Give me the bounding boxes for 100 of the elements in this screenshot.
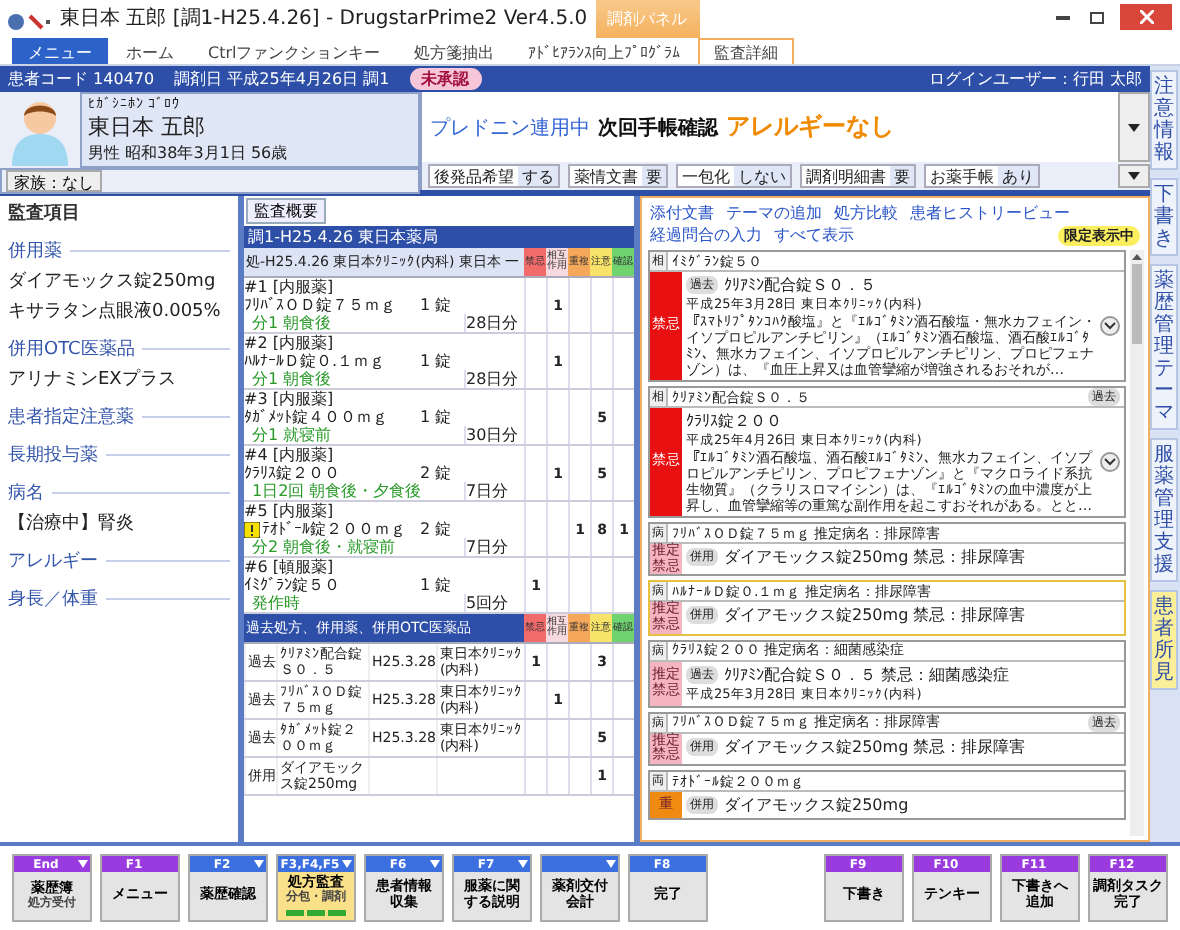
drug-usage: 分1 朝食後: [250, 314, 334, 332]
status-badge: 未承認: [409, 68, 482, 90]
patient-code: 患者コード 140470: [8, 68, 155, 90]
side-tab[interactable]: 下書き: [1150, 178, 1178, 256]
setting-field[interactable]: 調剤明細書 要: [800, 164, 916, 188]
scrollbar[interactable]: [1130, 250, 1144, 836]
alert-text: 次回手帳確認: [598, 115, 718, 141]
section-title: 患者指定注意薬: [8, 405, 134, 430]
list-item: ダイアモックス錠250mg: [8, 269, 218, 294]
family-field[interactable]: 家族：なし: [0, 168, 420, 194]
section-title: 病名: [8, 481, 44, 506]
panel-link[interactable]: 処方比較: [834, 202, 898, 224]
close-icon: [1139, 10, 1153, 24]
drug-quantity: 2 錠: [420, 520, 454, 538]
drug-quantity: 1 錠: [420, 576, 454, 594]
drug-usage: 分2 朝食後・就寝前: [250, 538, 398, 556]
login-user: ログインユーザー：行田 太郎: [928, 68, 1142, 90]
drug-group: #3 [内服薬]: [244, 390, 420, 408]
card-drug: ｸﾘｱﾐﾝ配合錠Ｓ０．５ 禁忌：細菌感染症: [724, 663, 1010, 686]
slip-header: 調1-H25.4.26 東日本薬局: [244, 226, 634, 248]
drug-name: ﾀｶﾞﾒｯﾄ錠４００ｍｇ: [244, 408, 390, 426]
ribbon-tab[interactable]: 監査詳細: [698, 38, 795, 64]
drug-days: 5回分: [464, 594, 524, 612]
side-tab[interactable]: 薬歴管理テーマ: [1150, 264, 1178, 430]
side-tab[interactable]: 患者所見: [1150, 590, 1178, 690]
drug-days: 30日分: [464, 426, 524, 444]
dropdown-button[interactable]: [1118, 164, 1150, 188]
drug-days: 7日分: [464, 482, 524, 500]
ribbon-tab[interactable]: Ctrlファンクションキー: [192, 38, 397, 64]
expand-button[interactable]: [1100, 452, 1120, 472]
drug-group: #4 [内服薬]: [244, 446, 420, 464]
drug-name: ﾊﾙﾅｰﾙＤ錠０.１ｍｇ: [244, 352, 388, 370]
ribbon-tab[interactable]: メニュー: [12, 38, 108, 64]
section-title: 長期投与薬: [8, 443, 98, 468]
dropdown-icon: [1128, 123, 1140, 131]
alert-text: プレドニン連用中: [430, 115, 590, 141]
family-button[interactable]: 家族：なし: [6, 170, 102, 192]
drug-quantity: 1 錠: [420, 296, 454, 314]
setting-field[interactable]: 一包化 しない: [676, 164, 792, 188]
panel-tab[interactable]: 監査概要: [246, 198, 326, 224]
ribbon-tab[interactable]: ホーム: [110, 38, 190, 64]
panel-link[interactable]: テーマの追加: [726, 202, 822, 224]
panel-link[interactable]: 添付文書: [650, 202, 714, 224]
progress-drawing: [286, 910, 346, 916]
drug-name: ﾃｵﾄﾞｰﾙ錠２００ｍｇ: [244, 520, 420, 538]
drug-usage: 1日2回 朝食後・夕食後: [250, 482, 424, 500]
side-tab[interactable]: 服薬管理支援: [1150, 438, 1178, 582]
drug-quantity: 1 錠: [420, 352, 454, 370]
context-tab-group: 調剤パネル: [595, 0, 700, 38]
drug-group: #2 [内服薬]: [244, 334, 420, 352]
alert-text: アレルギーなし: [726, 110, 894, 144]
drug-usage: 分1 就寝前: [250, 426, 334, 444]
list-item: キサラタン点眼液0.005%: [8, 299, 223, 324]
card-drug: ｸﾗﾘｽ錠２００: [686, 410, 782, 432]
panel-link[interactable]: 患者ヒストリービュー: [910, 202, 1070, 224]
drug-quantity: 1 錠: [420, 408, 454, 426]
minimize-icon: [1055, 15, 1069, 19]
list-item: アリナミンEXプラス: [8, 366, 178, 392]
close-button[interactable]: [1120, 4, 1172, 30]
drug-days: 28日分: [464, 370, 524, 388]
drug-quantity: 2 錠: [420, 464, 454, 482]
section-title: 併用OTC医薬品: [8, 337, 135, 362]
ribbon-tab[interactable]: ｱﾄﾞﾋｱﾗﾝｽ向上ﾌﾟﾛｸﾞﾗﾑ: [512, 38, 697, 64]
panel-link[interactable]: 経過問合の入力: [650, 224, 762, 246]
scroll-up-icon: [1132, 254, 1142, 260]
drug-days: 7日分: [464, 538, 524, 556]
drug-group: #5 [内服薬]: [244, 502, 420, 520]
card-drug: ダイアモックス錠250mg 禁忌：排尿障害: [724, 604, 1026, 627]
setting-field[interactable]: 後発品希望 する: [428, 164, 560, 188]
section-title: アレルギー: [8, 549, 98, 574]
drug-group: #6 [頓服薬]: [244, 558, 420, 576]
list-item: 【治療中】腎炎: [8, 511, 136, 536]
dropdown-icon: [1128, 172, 1140, 180]
restore-icon: [1090, 10, 1106, 24]
dispense-date: 調剤日 平成25年4月26日 調1: [174, 68, 390, 90]
app-icon: [8, 12, 52, 32]
card-drug: ダイアモックス錠250mg 禁忌：排尿障害: [724, 546, 1026, 568]
section-title: 身長／体重: [8, 587, 98, 612]
drug-usage: 分1 朝食後: [250, 370, 334, 388]
drug-name: ｲﾐｸﾞﾗﾝ錠５０: [244, 576, 342, 594]
setting-field[interactable]: お薬手帳 あり: [924, 164, 1040, 188]
card-drug: ダイアモックス錠250mg 禁忌：排尿障害: [724, 735, 1026, 758]
setting-field[interactable]: 薬情文書 要: [568, 164, 668, 188]
card-drug: ｸﾘｱﾐﾝ配合錠Ｓ０．５: [724, 274, 876, 296]
panel-link[interactable]: すべて表示: [774, 224, 854, 246]
side-tab[interactable]: 注意情報: [1150, 70, 1178, 170]
drug-name: ﾌﾘﾊﾞｽＯＤ錠７５ｍｇ: [244, 296, 398, 314]
chevron-icon: [1104, 458, 1116, 466]
card-drug: ダイアモックス錠250mg: [724, 794, 909, 817]
patient-details: 男性 昭和38年3月1日 56歳: [88, 142, 290, 164]
expand-button[interactable]: [1100, 316, 1120, 336]
patient-name: 東日本 五郎: [88, 112, 207, 142]
window-title: 東日本 五郎 [調1-H25.4.26] - DrugstarPrime2 Ver4.5.0: [60, 5, 588, 34]
ribbon-tab[interactable]: 処方箋抽出: [398, 38, 511, 64]
drug-usage: 発作時: [250, 594, 302, 612]
section-title: 併用薬: [8, 239, 62, 264]
drug-group: #1 [内服薬]: [244, 278, 420, 296]
panel-title: 監査項目: [8, 201, 82, 226]
drug-days: 28日分: [464, 314, 524, 332]
drug-name: ｸﾗﾘｽ錠２００: [244, 464, 342, 482]
